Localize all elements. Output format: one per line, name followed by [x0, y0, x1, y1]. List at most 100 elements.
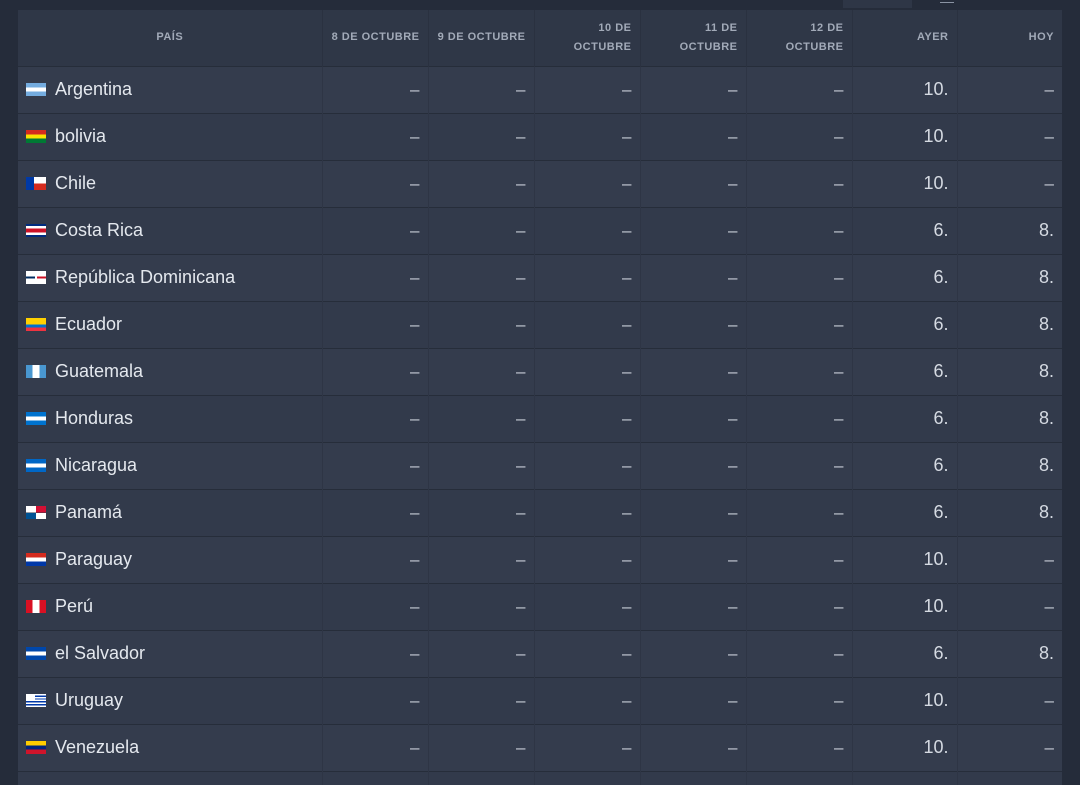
country-name: Honduras [55, 408, 134, 428]
country-label-group: bolivia [26, 126, 314, 147]
table-row[interactable]: Paraguay – – – – –10. – [18, 535, 1062, 583]
cell-ayer: 6. [852, 441, 958, 489]
cell-country: Costa Rica [18, 206, 323, 254]
cell-oct-10: – [534, 723, 641, 771]
cell-oct-8: – [322, 488, 429, 536]
cell-oct-8: – [322, 253, 429, 301]
cell-oct-10: – [534, 535, 641, 583]
cell-empty [322, 770, 429, 785]
top-tab-active[interactable] [843, 0, 912, 8]
table-row[interactable]: bolivia – – – – –10. – [18, 112, 1062, 160]
cell-oct-12: – [746, 253, 853, 301]
table-row[interactable]: Nicaragua – – – – –6. 8. [18, 441, 1062, 489]
cell-empty [746, 770, 853, 785]
cell-oct-8: – [322, 112, 429, 160]
table-row[interactable]: Honduras – – – – –6. 8. [18, 394, 1062, 442]
country-label-group: Nicaragua [26, 455, 314, 476]
cell-country: el Salvador [18, 629, 323, 677]
country-name: bolivia [55, 126, 107, 146]
table-row[interactable]: República Dominicana – – – – –6. 8. [18, 253, 1062, 301]
cell-oct-8: – [322, 535, 429, 583]
cell-oct-12: – [746, 441, 853, 489]
country-name: República Dominicana [55, 267, 236, 287]
cell-ayer: 10. [852, 582, 958, 630]
table-row[interactable]: el Salvador – – – – –6. 8. [18, 629, 1062, 677]
cell-oct-8: – [322, 347, 429, 395]
cell-oct-10: – [534, 676, 641, 724]
column-header-oct-10[interactable]: 10 DE OCTUBRE [534, 10, 641, 66]
cell-country: Argentina [18, 65, 323, 113]
cell-ayer: 10. [852, 159, 958, 207]
cell-hoy: – [957, 723, 1062, 771]
schedule-table-container: PAÍS 8 DE OCTUBRE 9 DE OCTUBRE 10 DE OCT… [18, 10, 1062, 785]
cell-oct-11: – [640, 488, 747, 536]
cell-oct-10: – [534, 206, 641, 254]
cell-oct-9: – [428, 159, 535, 207]
cell-oct-12: – [746, 723, 853, 771]
cell-oct-9: – [428, 347, 535, 395]
cell-oct-8: – [322, 582, 429, 630]
cell-ayer: 6. [852, 347, 958, 395]
cell-oct-12: – [746, 65, 853, 113]
column-header-oct-9[interactable]: 9 DE OCTUBRE [428, 10, 535, 66]
uruguay-flag-icon [26, 694, 46, 707]
cell-oct-10: – [534, 488, 641, 536]
cell-oct-11: – [640, 206, 747, 254]
honduras-flag-icon [26, 412, 46, 425]
column-header-country[interactable]: PAÍS [18, 10, 323, 66]
table-row[interactable]: Venezuela – – – – –10. – [18, 723, 1062, 771]
cell-country: bolivia [18, 112, 323, 160]
cell-empty [534, 770, 641, 785]
country-label-group: Costa Rica [26, 220, 314, 241]
nicaragua-flag-icon [26, 459, 46, 472]
cell-country: Chile [18, 159, 323, 207]
table-row[interactable]: Chile – – – – –10. – [18, 159, 1062, 207]
cell-oct-11: – [640, 394, 747, 442]
cell-country: Nicaragua [18, 441, 323, 489]
table-row[interactable]: Costa Rica – – – – –6. 8. [18, 206, 1062, 254]
top-tab-indicator[interactable] [940, 0, 954, 3]
table-row[interactable]: Uruguay – – – – –10. – [18, 676, 1062, 724]
cell-hoy: 8. [957, 441, 1062, 489]
cell-ayer: 6. [852, 488, 958, 536]
cell-ayer: 10. [852, 535, 958, 583]
country-name: Chile [55, 173, 97, 193]
cell-hoy: 8. [957, 347, 1062, 395]
cell-oct-10: – [534, 582, 641, 630]
country-label-group: el Salvador [26, 643, 314, 664]
cell-oct-10: – [534, 159, 641, 207]
cell-oct-9: – [428, 300, 535, 348]
cell-country: República Dominicana [18, 253, 323, 301]
table-row[interactable]: Ecuador – – – – –6. 8. [18, 300, 1062, 348]
country-label-group: Argentina [26, 79, 314, 100]
argentina-flag-icon [26, 83, 46, 96]
cell-country: Honduras [18, 394, 323, 442]
table-row[interactable]: Guatemala – – – – –6. 8. [18, 347, 1062, 395]
country-label-group: Venezuela [26, 737, 314, 758]
costa-rica-flag-icon [26, 224, 46, 237]
cell-oct-8: – [322, 629, 429, 677]
column-header-oct-12[interactable]: 12 DE OCTUBRE [746, 10, 853, 66]
country-name: Nicaragua [55, 455, 138, 475]
column-header-ayer[interactable]: AYER [852, 10, 958, 66]
cell-hoy: – [957, 582, 1062, 630]
column-header-oct-8[interactable]: 8 DE OCTUBRE [322, 10, 429, 66]
table-row[interactable]: Panamá – – – – –6. 8. [18, 488, 1062, 536]
column-header-oct-11[interactable]: 11 DE OCTUBRE [640, 10, 747, 66]
country-label-group: Chile [26, 173, 314, 194]
cell-oct-12: – [746, 582, 853, 630]
cell-oct-12: – [746, 112, 853, 160]
cell-ayer: 10. [852, 65, 958, 113]
peru-flag-icon [26, 600, 46, 613]
cell-oct-9: – [428, 65, 535, 113]
table-row[interactable]: Perú – – – – –10. – [18, 582, 1062, 630]
cell-country: Paraguay [18, 535, 323, 583]
column-header-hoy[interactable]: HOY [957, 10, 1062, 66]
cell-hoy: 8. [957, 488, 1062, 536]
cell-hoy: 8. [957, 394, 1062, 442]
dominican-republic-flag-icon [26, 271, 46, 284]
cell-oct-8: – [322, 394, 429, 442]
cell-oct-11: – [640, 629, 747, 677]
table-row[interactable]: Argentina – – – – –10. – [18, 65, 1062, 113]
paraguay-flag-icon [26, 553, 46, 566]
